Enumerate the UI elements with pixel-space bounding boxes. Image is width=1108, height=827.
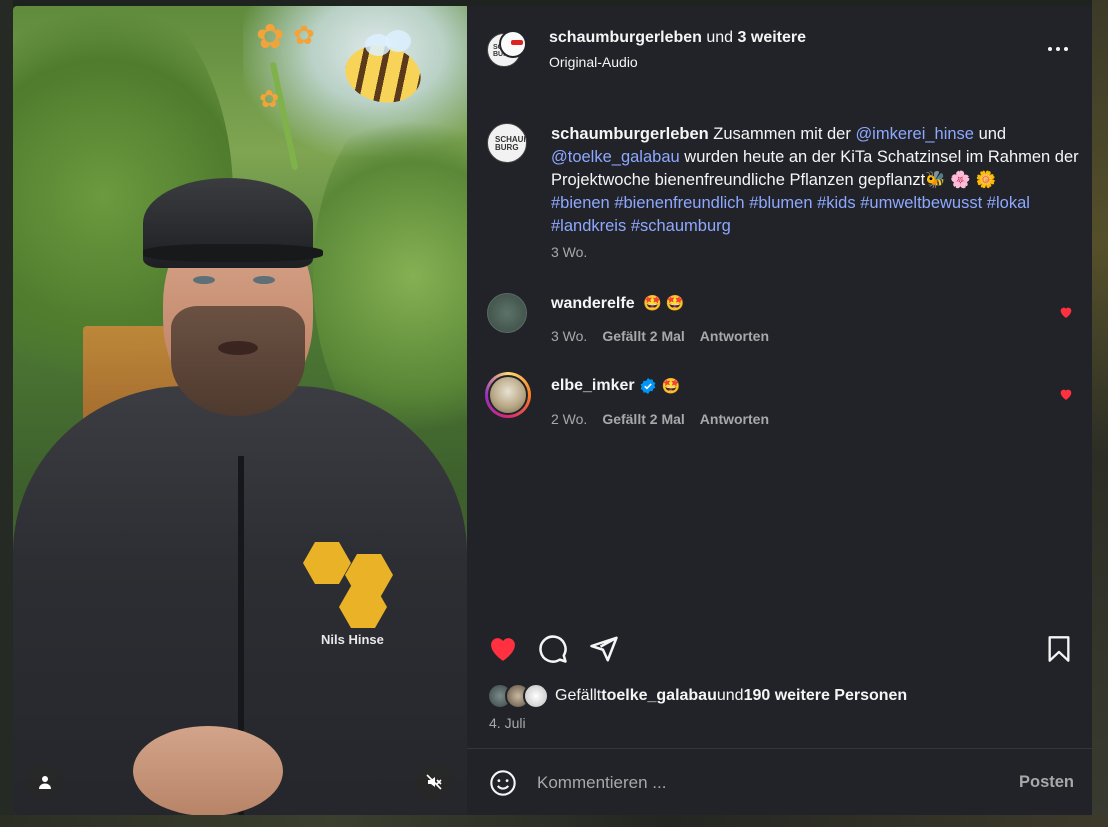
- author-username[interactable]: schaumburgerleben: [549, 29, 702, 46]
- comment-meta: 2 Wo. Gefällt 2 Mal Antworten: [551, 411, 769, 427]
- comment-input[interactable]: [537, 773, 977, 793]
- comment-meta: 3 Wo. Gefällt 2 Mal Antworten: [551, 328, 769, 344]
- comment-text: 🤩: [661, 378, 681, 395]
- comment-like-heart-icon[interactable]: [1058, 386, 1074, 402]
- person-mouth: [218, 341, 258, 355]
- likes-summary[interactable]: Gefällt toelke_galabau und 190 weitere P…: [487, 683, 907, 709]
- comment: elbe_imker 🤩: [551, 377, 680, 395]
- comment-username[interactable]: elbe_imker: [551, 377, 635, 395]
- hashtag-link[interactable]: #schaumburg: [631, 217, 731, 235]
- post-modal: ✿ ✿ ✿ Nils Hinse schaumburgerleben und 3…: [13, 6, 1092, 815]
- post-caption: schaumburgerleben Zusammen mit der @imke…: [551, 123, 1081, 238]
- comment-likes-link[interactable]: Gefällt 2 Mal: [602, 411, 684, 427]
- comment-avatar-elbe-imker[interactable]: [485, 372, 531, 418]
- mention-link[interactable]: @toelke_galabau: [551, 148, 680, 166]
- post-comment-button[interactable]: Posten: [1019, 773, 1074, 792]
- mention-link[interactable]: @imkerei_hinse: [855, 125, 974, 143]
- hashtag-link[interactable]: #bienen: [551, 194, 610, 212]
- volume-mute-icon: [426, 774, 442, 790]
- comment-like-heart-icon[interactable]: [1058, 304, 1074, 320]
- caption-text: Zusammen mit der: [708, 125, 856, 143]
- emoji-icon[interactable]: [489, 769, 517, 797]
- more-options-button[interactable]: [1045, 36, 1071, 62]
- post-video[interactable]: ✿ ✿ ✿ Nils Hinse: [13, 6, 467, 815]
- caption-text: und: [973, 125, 1007, 143]
- post-author-line[interactable]: schaumburgerleben und 3 weitere: [549, 29, 806, 47]
- comment-reply-button[interactable]: Antworten: [700, 328, 769, 344]
- comment-username[interactable]: wanderelfe: [551, 295, 635, 312]
- backdrop-bottom-edge: [0, 815, 1108, 827]
- send-icon[interactable]: [589, 634, 619, 664]
- comment-timestamp[interactable]: 3 Wo.: [551, 328, 587, 344]
- more-icon: [1048, 47, 1068, 51]
- add-comment-bar: Posten: [467, 748, 1092, 815]
- flower-sticker: ✿: [293, 20, 315, 50]
- comment-likes-link[interactable]: Gefällt 2 Mal: [602, 328, 684, 344]
- mute-button[interactable]: [416, 764, 452, 800]
- author-joiner: und: [701, 29, 738, 46]
- flower-sticker: ✿: [259, 86, 280, 113]
- person-eye: [253, 276, 275, 284]
- bookmark-icon[interactable]: [1045, 634, 1073, 664]
- person-eye: [193, 276, 215, 284]
- liker-avatar: [523, 683, 549, 709]
- comment: wanderelfe 🤩 🤩: [551, 294, 685, 313]
- audio-link[interactable]: Original-Audio: [549, 54, 638, 70]
- comment-text: 🤩 🤩: [643, 295, 685, 312]
- avatar-photo: [488, 375, 528, 415]
- caption-author-avatar[interactable]: SCHAUM BURG: [487, 123, 527, 163]
- caption-timestamp[interactable]: 3 Wo.: [551, 244, 587, 260]
- hashtag-link[interactable]: #umweltbewusst: [860, 194, 982, 212]
- collaborator-logo-mark: [511, 40, 523, 45]
- likes-prefix: Gefällt: [555, 687, 602, 704]
- bee-wing: [385, 30, 411, 52]
- comment-avatar-wanderelfe[interactable]: [487, 293, 527, 333]
- person-beard: [171, 306, 305, 416]
- likes-joiner: und: [716, 687, 744, 704]
- avatar-logo-text: SCHAUM BURG: [495, 135, 527, 153]
- jacket-name-print: Nils Hinse: [321, 632, 384, 647]
- post-details-panel: SCHAUM BURG schaumburgerleben und 3 weit…: [467, 6, 1092, 815]
- hashtag-link[interactable]: #landkreis: [551, 217, 626, 235]
- backdrop-right-edge: [1092, 0, 1108, 827]
- user-icon: [39, 776, 51, 789]
- comment-timestamp[interactable]: 2 Wo.: [551, 411, 587, 427]
- likes-others-link[interactable]: 190 weitere Personen: [744, 687, 908, 705]
- heart-icon[interactable]: [487, 634, 519, 664]
- liker-avatars: [487, 683, 553, 709]
- collaborators-link[interactable]: 3 weitere: [738, 29, 806, 46]
- hashtag-link[interactable]: #blumen: [749, 194, 812, 212]
- post-date[interactable]: 4. Juli: [489, 715, 526, 731]
- person-cap-brim: [143, 244, 323, 262]
- comment-icon[interactable]: [538, 634, 568, 664]
- hashtag-link[interactable]: #lokal: [987, 194, 1030, 212]
- person-hand: [133, 726, 283, 815]
- caption-author[interactable]: schaumburgerleben: [551, 125, 709, 143]
- post-header: SCHAUM BURG schaumburgerleben und 3 weit…: [467, 6, 1092, 84]
- comment-reply-button[interactable]: Antworten: [700, 411, 769, 427]
- backdrop-left-edge: [0, 0, 13, 827]
- hashtag-link[interactable]: #kids: [817, 194, 856, 212]
- collaborator-avatar[interactable]: [499, 30, 527, 58]
- flower-sticker: ✿: [256, 18, 285, 56]
- post-actions: [487, 632, 1077, 668]
- likes-user-link[interactable]: toelke_galabau: [601, 687, 717, 705]
- verified-icon: [640, 378, 656, 394]
- tagged-users-button[interactable]: [27, 764, 63, 800]
- hashtag-link[interactable]: #bienenfreundlich: [614, 194, 744, 212]
